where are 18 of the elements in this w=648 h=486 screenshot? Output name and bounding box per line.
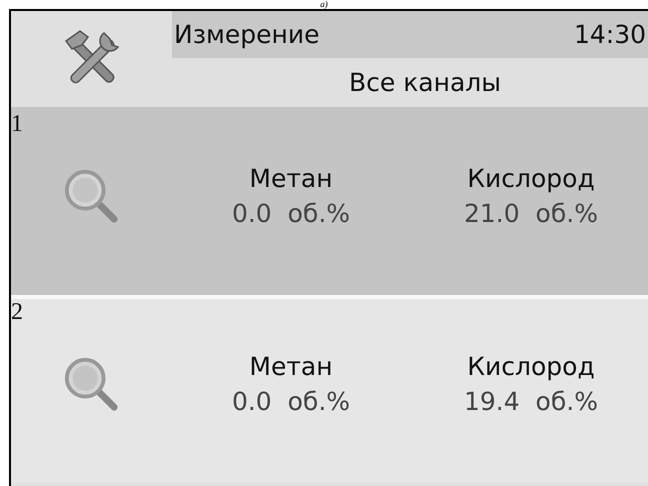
- channel-number: 2: [11, 299, 23, 325]
- gas-value: 21.0 об.%: [464, 199, 598, 228]
- gas-value: 19.4 об.%: [464, 387, 598, 416]
- gas-name: Метан: [249, 164, 333, 193]
- gas-name: Кислород: [467, 164, 595, 193]
- channel-panel[interactable]: 2 Метан 0.0 об.% Кислород 19.4 об.%: [11, 295, 648, 483]
- gas-name: Кислород: [467, 352, 595, 381]
- gas-value: 0.0 об.%: [232, 387, 350, 416]
- gas-value: 0.0 об.%: [232, 199, 350, 228]
- gas-name: Метан: [249, 352, 333, 381]
- screen-subtitle: Все каналы: [348, 68, 502, 97]
- screen-title: Измерение: [173, 20, 320, 49]
- search-icon: [62, 355, 120, 413]
- clock-time: 14:30: [574, 20, 647, 49]
- channel-panel[interactable]: 1 Метан 0.0 об.% Кислород 21.0 об.%: [11, 107, 648, 295]
- channel-number: 1: [11, 111, 23, 137]
- search-icon: [62, 167, 120, 225]
- figure-caption: а): [320, 0, 328, 9]
